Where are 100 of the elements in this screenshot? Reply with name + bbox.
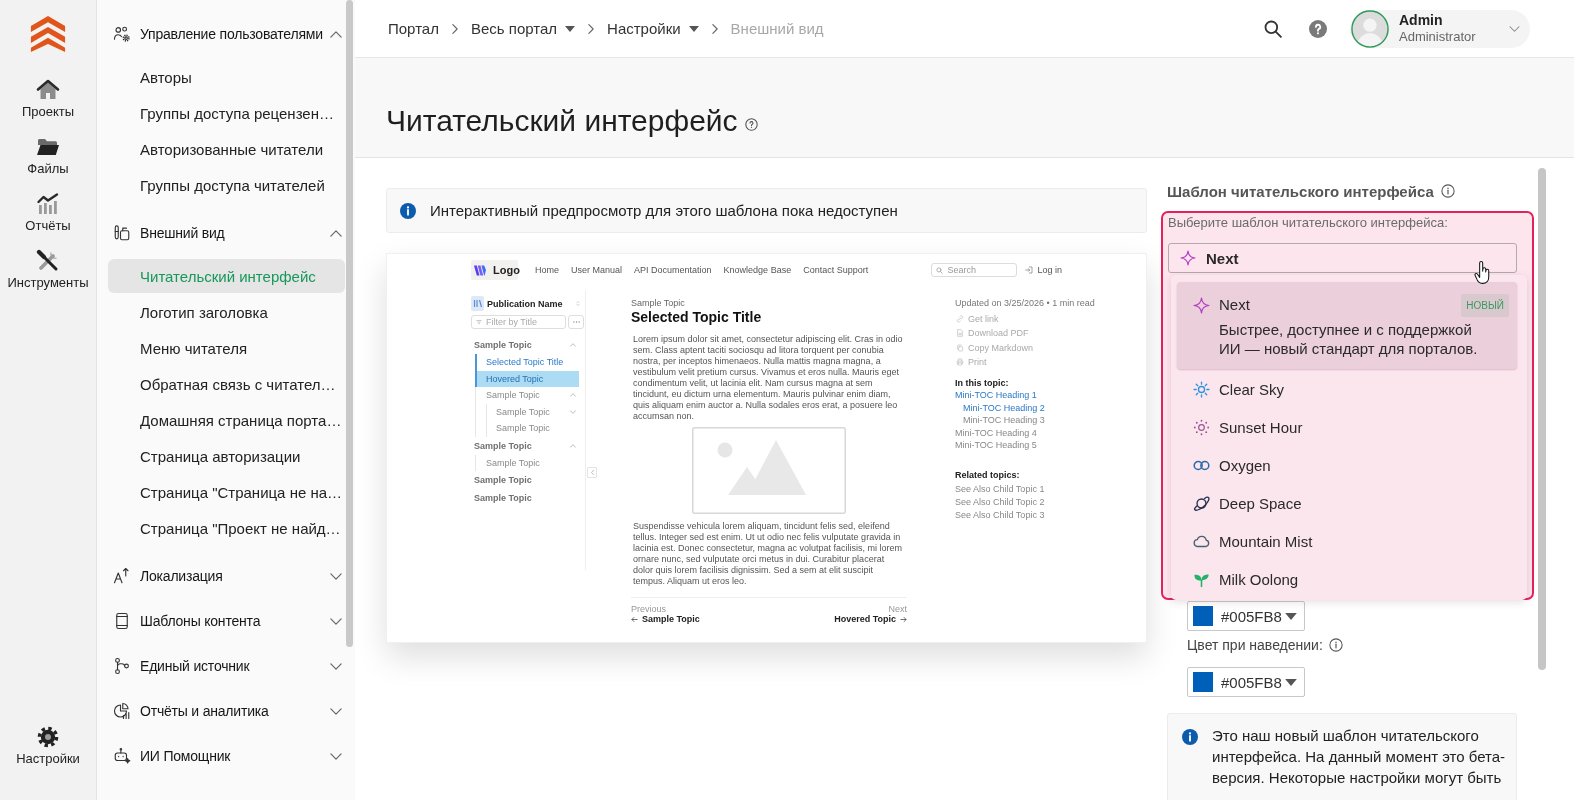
nav-caption: Previous xyxy=(631,604,666,614)
tree-item[interactable]: Sample Topic xyxy=(476,454,579,471)
sidebar-item[interactable]: Меню читателя xyxy=(108,331,345,365)
chart-icon xyxy=(36,192,60,216)
login-icon xyxy=(1025,266,1034,274)
topic-title: Selected Topic Title xyxy=(631,309,763,326)
arrow-left-icon xyxy=(631,616,638,623)
color-picker[interactable]: #005FB8 xyxy=(1187,601,1305,631)
tree-item[interactable]: Sample Topic xyxy=(471,489,579,507)
nav-link[interactable]: Knowledge Base xyxy=(723,265,792,275)
nav-button[interactable]: Настройки xyxy=(16,725,80,767)
sidebar-item[interactable]: Страница "Страница не на… xyxy=(108,475,345,509)
tree-item[interactable]: Sample Topic xyxy=(487,403,579,420)
info-text: Это наш новый шаблон читательского интерфейса. На данный момент это бета-версия. Некоторые настройки могут быть xyxy=(1212,726,1507,788)
tree-item[interactable]: Hovered Topic xyxy=(475,370,579,387)
toc-link[interactable]: Mini-TOC Heading 3 xyxy=(955,414,1045,427)
dropdown-option[interactable]: Sunset Hour xyxy=(1177,408,1517,446)
field-label: Выберите шаблон читательского интерфейса: xyxy=(1168,215,1449,231)
help-icon[interactable] xyxy=(744,118,758,131)
tools-icon xyxy=(36,249,60,273)
user-menu[interactable]: Admin Administrator xyxy=(1350,9,1530,48)
sidebar-item[interactable]: Авторы xyxy=(108,60,345,94)
gear-icon xyxy=(36,725,60,749)
tree-item[interactable]: Sample Topic xyxy=(471,471,579,489)
user-name: Admin xyxy=(1399,12,1444,29)
related-link[interactable]: See Also Child Topic 1 xyxy=(955,482,1045,496)
filter-icon xyxy=(476,319,482,325)
sidebar-item[interactable]: Логотип заголовка xyxy=(108,295,345,329)
home-icon xyxy=(36,78,60,102)
sidebar-item[interactable]: Обратная связь с читател… xyxy=(108,367,345,401)
toc-link[interactable]: Mini-TOC Heading 5 xyxy=(955,439,1037,452)
breadcrumb-link[interactable]: Весь портал xyxy=(470,20,576,37)
books-icon xyxy=(471,296,484,311)
tree-item[interactable]: Sample Topic xyxy=(471,436,579,455)
section-header[interactable]: Локализация xyxy=(108,554,345,598)
sidebar-item[interactable]: Авторизованные читатели xyxy=(108,132,345,166)
chevron-left-icon xyxy=(590,470,594,475)
help-icon[interactable] xyxy=(1309,19,1327,38)
nav-button[interactable]: Отчёты xyxy=(25,192,71,249)
section-heading: Шаблон читательского интерфейса xyxy=(1167,182,1434,200)
nav-button[interactable]: Инструменты xyxy=(7,249,89,306)
chevron-right-icon xyxy=(588,23,595,34)
small-sun-icon xyxy=(1193,418,1210,436)
dropdown-option[interactable]: Milk Oolong xyxy=(1177,560,1517,598)
scrollbar-thumb[interactable] xyxy=(1538,168,1546,670)
planet-icon xyxy=(1193,494,1210,512)
dropdown-option[interactable]: Next НОВЫЙ Быстрее, доступнее и с поддержкой ИИ — новый стандарт для порталов. xyxy=(1177,282,1517,369)
breadcrumb-link[interactable]: Портал xyxy=(388,20,439,37)
related-heading: Related topics: xyxy=(955,469,1020,481)
notice-text: Интерактивный предпросмотр для этого шаблона пока недоступен xyxy=(430,202,898,219)
scrollbar-thumb[interactable] xyxy=(346,0,353,647)
toc-link[interactable]: Mini-TOC Heading 4 xyxy=(955,426,1037,440)
sidebar-item[interactable]: Страница "Проект не найд… xyxy=(108,511,345,545)
sun-icon xyxy=(1193,380,1210,398)
dropdown-option[interactable]: Clear Sky xyxy=(1177,370,1517,408)
section-header[interactable]: Внешний вид xyxy=(108,211,345,255)
document-icon xyxy=(956,329,964,338)
copy-icon xyxy=(956,343,964,352)
nav-link[interactable]: Home xyxy=(535,265,559,275)
breadcrumb-link[interactable]: Настройки xyxy=(607,20,699,37)
nav-link[interactable]: API Documentation xyxy=(634,265,712,275)
previous-link[interactable]: Sample Topic xyxy=(631,614,700,625)
tree-item[interactable]: Sample Topic xyxy=(487,420,579,437)
sidebar-item[interactable]: Группы доступа читателей xyxy=(108,168,345,202)
updated-text: Updated on 3/25/2026 • 1 min read xyxy=(955,298,1095,309)
field-label: Цвет при наведении: xyxy=(1187,637,1323,653)
dropdown-option[interactable]: Mountain Mist xyxy=(1177,522,1517,560)
related-link[interactable]: See Also Child Topic 3 xyxy=(955,508,1045,522)
next-link[interactable]: Hovered Topic xyxy=(834,614,907,625)
template-select[interactable]: Next xyxy=(1168,243,1517,273)
dropdown-option[interactable]: Deep Space xyxy=(1177,484,1517,522)
tree-item[interactable]: Sample Topic xyxy=(476,387,579,404)
section-header[interactable]: Отчёты и аналитика xyxy=(108,689,345,733)
info-icon[interactable] xyxy=(1328,638,1343,652)
info-icon[interactable] xyxy=(1440,184,1455,198)
section-header[interactable]: Шаблоны контента xyxy=(108,599,345,643)
sidebar-item[interactable]: Домашняя страница порта… xyxy=(108,403,345,437)
search-icon[interactable] xyxy=(1263,18,1283,39)
chevron-right-icon xyxy=(451,23,458,34)
login-link[interactable]: Log in xyxy=(1025,265,1062,275)
user-role: Administrator xyxy=(1399,29,1476,45)
nav-button[interactable]: Файлы xyxy=(27,135,69,192)
toc-link[interactable]: Mini-TOC Heading 2 xyxy=(955,401,1045,415)
sidebar-item[interactable]: Страница авторизации xyxy=(108,439,345,473)
users-gear-icon xyxy=(113,25,131,43)
section-header[interactable]: Управление пользователями xyxy=(108,12,345,56)
color-picker[interactable]: #005FB8 xyxy=(1187,667,1305,697)
branch-icon xyxy=(113,657,131,675)
section-header[interactable]: Единый источник xyxy=(108,644,345,688)
nav-button[interactable]: Проекты xyxy=(21,78,75,135)
nav-link[interactable]: Contact Support xyxy=(803,265,869,275)
dropdown-option[interactable]: Oxygen xyxy=(1177,446,1517,484)
caret-down-icon xyxy=(1285,612,1297,620)
sparkle-icon xyxy=(1193,296,1210,314)
section-header[interactable]: ИИ Помощник xyxy=(108,734,345,778)
sidebar-item[interactable]: Группы доступа рецензен… xyxy=(108,96,345,130)
tree-item[interactable]: Sample Topic xyxy=(471,336,579,354)
related-link[interactable]: See Also Child Topic 2 xyxy=(955,495,1045,509)
nav-link[interactable]: User Manual xyxy=(571,265,623,275)
toc-link[interactable]: Mini-TOC Heading 1 xyxy=(955,389,1037,402)
